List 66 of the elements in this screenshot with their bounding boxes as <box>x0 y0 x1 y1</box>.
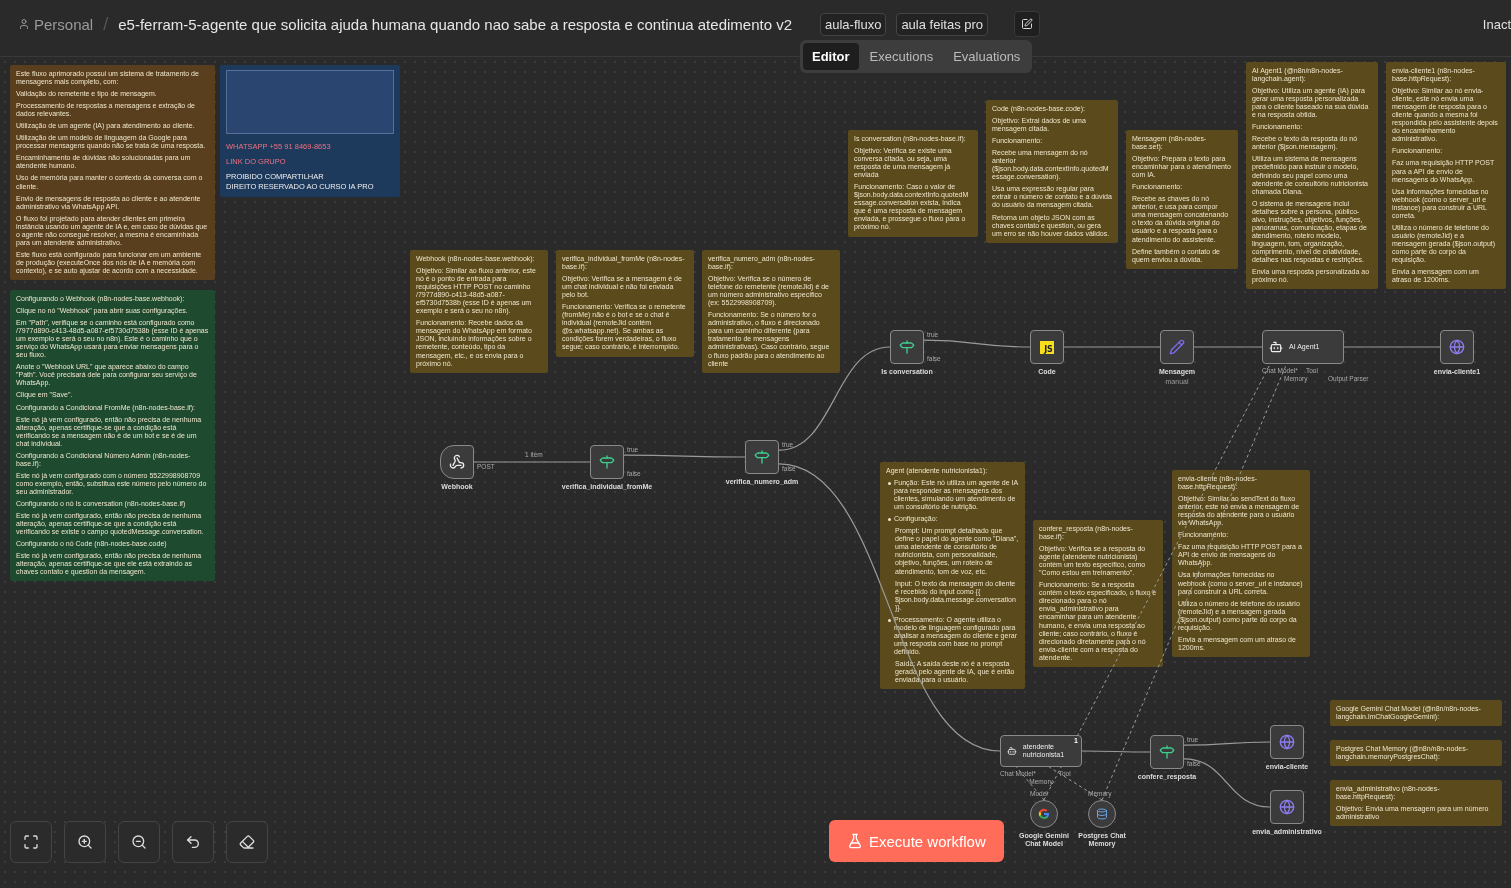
sticky-note[interactable] <box>410 250 548 373</box>
bullet-icon <box>888 482 891 486</box>
sticky-note[interactable] <box>1172 470 1310 657</box>
sticky-note[interactable] <box>1386 62 1506 290</box>
workflow-node[interactable] <box>1440 330 1474 364</box>
breadcrumb-text[interactable]: Personal <box>34 15 94 33</box>
flask-icon <box>847 833 863 849</box>
edit-button[interactable] <box>1014 11 1041 37</box>
sticky-note[interactable] <box>702 250 840 373</box>
workflow-node[interactable] <box>890 330 924 364</box>
signpost-icon <box>899 339 915 355</box>
globe-icon <box>1449 339 1465 355</box>
sticky-note[interactable] <box>10 65 215 280</box>
code-logo-icon: JS <box>1040 340 1054 354</box>
status-text[interactable]: Inact <box>1482 16 1511 32</box>
workflow-node[interactable] <box>745 440 779 474</box>
signpost-icon <box>754 449 770 465</box>
robot-icon <box>1007 744 1017 758</box>
workflow-node[interactable] <box>440 445 474 479</box>
eraser-icon <box>239 834 255 850</box>
edit-icon <box>1021 18 1034 30</box>
zoom-out-icon <box>131 834 147 850</box>
bullet-icon <box>888 518 891 522</box>
undo-button[interactable] <box>172 821 214 863</box>
workflow-node[interactable] <box>1150 735 1184 769</box>
google-logo-icon <box>1038 808 1050 820</box>
sub-node[interactable] <box>1088 800 1116 828</box>
pencil-icon <box>1169 339 1185 355</box>
view-tab[interactable]: Executions <box>860 43 943 70</box>
bullet-icon <box>888 618 891 622</box>
workflow-title[interactable]: e5-ferram-5-agente que solicita ajuda humana quando nao sabe a resposta e continua atedimento v2 <box>118 15 792 33</box>
user-icon <box>18 18 30 30</box>
tag[interactable]: aula-fluxo <box>820 12 887 36</box>
workflow-node[interactable] <box>1270 725 1304 759</box>
workflow-node[interactable] <box>1270 790 1304 824</box>
signpost-icon <box>1159 744 1175 760</box>
breadcrumb-link[interactable]: Personal <box>18 15 94 33</box>
sticky-note[interactable] <box>1126 130 1238 269</box>
workflow-node[interactable] <box>1160 330 1194 364</box>
globe-icon <box>1279 799 1295 815</box>
signpost-icon <box>599 454 615 470</box>
tidy-button[interactable] <box>226 821 268 863</box>
undo-icon <box>185 834 201 850</box>
sticky-note[interactable] <box>10 290 215 582</box>
webhook-icon <box>449 454 465 470</box>
zoom-in-button[interactable] <box>64 821 106 863</box>
sticky-note[interactable] <box>986 100 1118 243</box>
view-tab[interactable]: Evaluations <box>944 43 1030 70</box>
zoom-out-button[interactable] <box>118 821 160 863</box>
zoom-in-icon <box>77 834 93 850</box>
sticky-note[interactable] <box>848 130 978 237</box>
fit-view-icon <box>23 834 39 850</box>
robot-icon <box>1269 340 1283 354</box>
tag[interactable]: aula feitas pro <box>896 12 989 36</box>
workflow-node[interactable]: JS <box>1030 330 1064 364</box>
globe-icon <box>1279 734 1295 750</box>
fit-view-button[interactable] <box>10 821 52 863</box>
sticky-note[interactable] <box>1246 62 1378 290</box>
breadcrumb-separator: / <box>103 13 109 35</box>
view-tab[interactable]: Editor <box>803 43 859 70</box>
sticky-note[interactable] <box>556 250 694 357</box>
sticky-note[interactable] <box>1033 520 1163 667</box>
sticky-note[interactable] <box>880 462 1025 690</box>
workflow-node[interactable] <box>590 445 624 479</box>
database-icon <box>1096 808 1108 820</box>
sub-node[interactable] <box>1030 800 1058 828</box>
